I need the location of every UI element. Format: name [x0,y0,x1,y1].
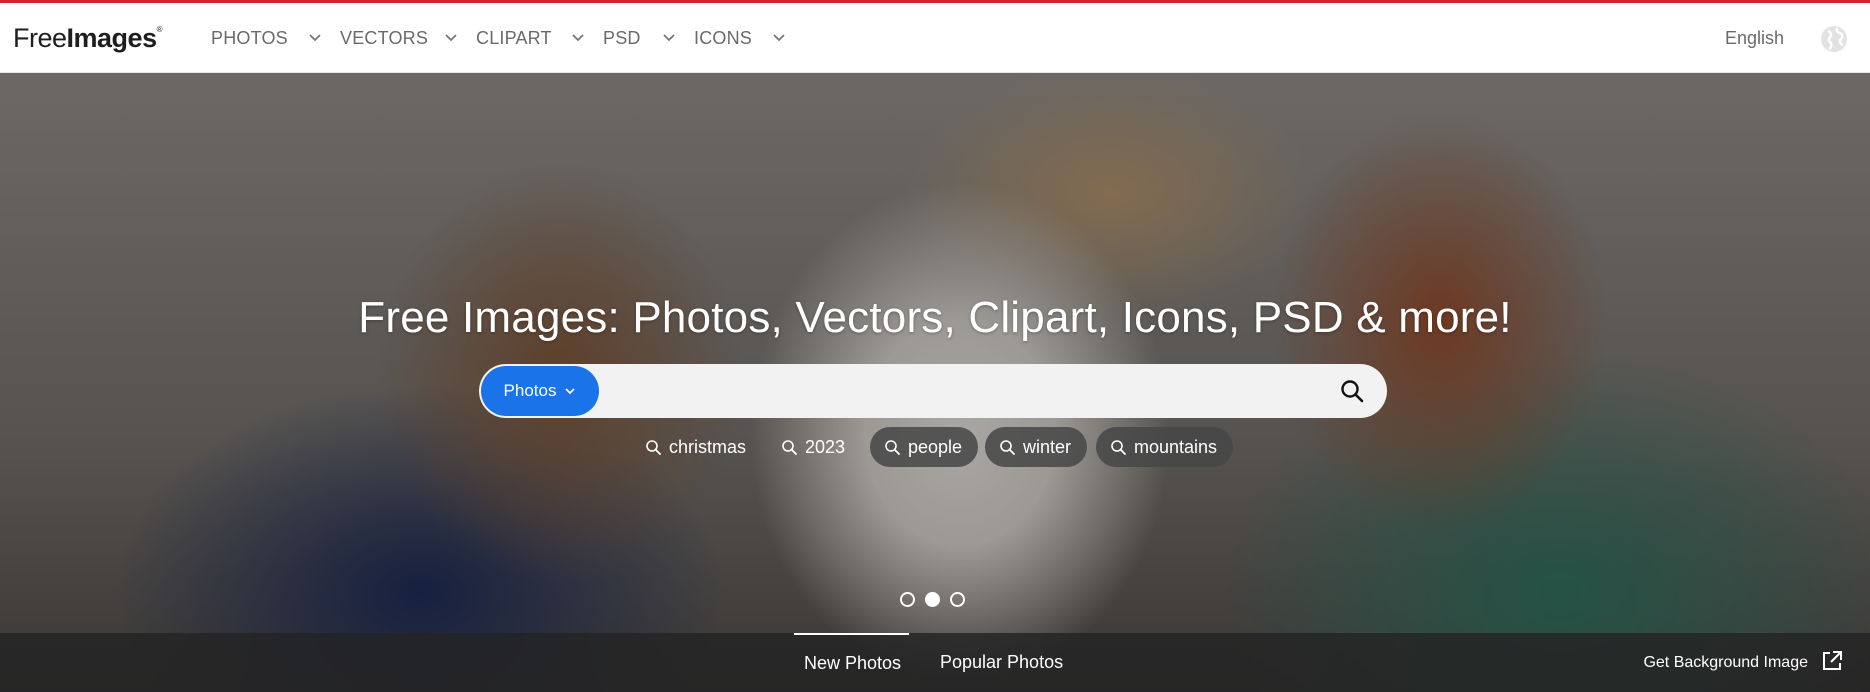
nav-vectors[interactable]: VECTORS [340,3,428,73]
tab-label: New Photos [804,653,902,673]
external-link-icon[interactable] [1820,649,1844,673]
language-selector[interactable]: English [1725,3,1784,73]
search-type-dropdown[interactable]: Photos [481,366,599,416]
nav-photos[interactable]: PHOTOS [211,3,288,73]
nav-label: CLIPART [476,27,552,48]
nav-label: VECTORS [340,27,429,48]
nav-psd[interactable]: PSD [603,3,641,73]
tag-label: winter [1023,436,1072,457]
tag-label: people [908,436,963,457]
carousel-dot-2[interactable] [925,592,940,607]
tag-people[interactable]: people [870,427,979,467]
globe-icon[interactable] [1820,25,1848,53]
chevron-down-icon[interactable] [444,3,458,73]
tag-label: christmas [669,436,747,457]
search-icon [1111,440,1126,455]
nav-label: ICONS [694,27,753,48]
photo-tabs-bar: New Photos Popular Photos Get Background… [0,633,1870,692]
tag-mountains[interactable]: mountains [1096,427,1234,467]
get-background-image-link[interactable]: Get Background Image [1643,633,1808,692]
nav-clipart[interactable]: CLIPART [476,3,552,73]
tab-new-photos[interactable]: New Photos [794,633,909,692]
search-icon [1000,440,1015,455]
tag-winter[interactable]: winter [985,427,1088,467]
chevron-down-icon[interactable] [772,3,786,73]
tag-christmas[interactable]: christmas [631,427,762,467]
chevron-down-icon [565,387,576,394]
search-icon[interactable] [1339,378,1365,404]
chevron-down-icon[interactable] [662,3,676,73]
search-bar: Photos [479,364,1387,418]
hero-section: Free Images: Photos, Vectors, Clipart, I… [0,73,1870,692]
carousel-dot-1[interactable] [900,592,915,607]
search-type-label: Photos [503,381,557,400]
site-logo[interactable]: FreeImages® [13,23,163,54]
tag-label: 2023 [805,436,846,457]
tab-popular-photos[interactable]: Popular Photos [940,633,1063,692]
chevron-down-icon[interactable] [571,3,585,73]
tag-2023[interactable]: 2023 [767,427,861,467]
chevron-down-icon[interactable] [308,3,322,73]
search-icon [782,440,797,455]
nav-icons[interactable]: ICONS [694,3,752,73]
hero-title: Free Images: Photos, Vectors, Clipart, I… [358,293,1512,342]
nav-label: PSD [603,27,641,48]
site-header: FreeImages® PHOTOS VECTORS CLIPART PSD I… [0,3,1870,73]
search-icon [885,440,900,455]
nav-label: PHOTOS [211,27,288,48]
tag-label: mountains [1134,436,1218,457]
tab-label: Popular Photos [940,652,1064,672]
carousel-dot-3[interactable] [950,592,965,607]
search-icon [646,440,661,455]
search-input[interactable] [603,364,1303,418]
